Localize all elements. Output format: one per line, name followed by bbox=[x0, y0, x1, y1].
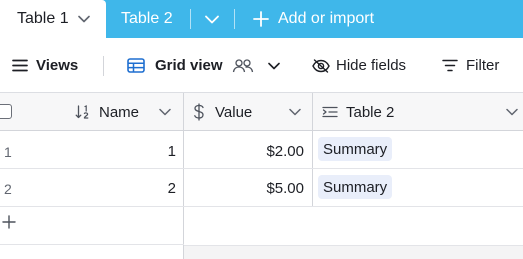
column-header-label: Table 2 bbox=[346, 103, 395, 121]
chevron-down-icon[interactable] bbox=[289, 93, 301, 131]
toolbar-divider bbox=[103, 56, 104, 76]
tab-divider bbox=[190, 9, 191, 29]
chevron-down-icon[interactable] bbox=[159, 93, 171, 131]
row-divider bbox=[0, 206, 523, 207]
value-cell[interactable]: $5.00 bbox=[230, 180, 304, 197]
add-or-import-label: Add or import bbox=[278, 10, 375, 27]
grid-view-label: Grid view bbox=[155, 57, 223, 74]
collaborative-view-icon bbox=[232, 58, 254, 74]
dollar-icon bbox=[193, 103, 205, 121]
chevron-down-icon bbox=[267, 62, 280, 70]
column-header-label: Name bbox=[99, 103, 140, 121]
column-divider bbox=[183, 93, 184, 259]
row-divider bbox=[0, 168, 523, 169]
name-cell[interactable]: 1 bbox=[150, 143, 176, 160]
grid-view-selector[interactable]: Grid view bbox=[127, 38, 280, 93]
tab-divider bbox=[234, 9, 235, 29]
column-header-name[interactable]: Name bbox=[75, 93, 139, 131]
column-header-label: Value bbox=[215, 103, 253, 121]
summary-bar bbox=[184, 245, 523, 259]
tab-table-1-label: Table 1 bbox=[17, 10, 69, 27]
plus-icon bbox=[2, 215, 16, 229]
row-divider bbox=[0, 244, 184, 245]
filter-icon bbox=[442, 59, 458, 72]
hide-fields-label: Hide fields bbox=[336, 57, 407, 74]
all-tables-dropdown[interactable] bbox=[205, 0, 219, 38]
add-or-import-button[interactable]: Add or import bbox=[253, 0, 374, 38]
tab-table-2[interactable]: Table 2 bbox=[121, 0, 173, 38]
linked-record-pill[interactable]: Summary bbox=[318, 175, 393, 199]
lookup-icon bbox=[322, 106, 338, 118]
chevron-down-icon[interactable] bbox=[77, 15, 90, 23]
data-grid: Name Value Table 2 1 1 $2.00 Summary 2 2… bbox=[0, 93, 523, 259]
linked-record-pill[interactable]: Summary bbox=[318, 137, 393, 161]
add-record-button[interactable] bbox=[2, 215, 16, 229]
chevron-down-icon[interactable] bbox=[506, 93, 518, 131]
column-header-value[interactable]: Value bbox=[193, 93, 252, 131]
row-number: 2 bbox=[4, 181, 12, 197]
column-header-table-2[interactable]: Table 2 bbox=[322, 93, 394, 131]
table-tab-bar: Table 1 Table 2 Add or import bbox=[0, 0, 523, 38]
column-divider bbox=[312, 93, 313, 207]
name-cell[interactable]: 2 bbox=[150, 180, 176, 197]
views-label: Views bbox=[36, 57, 79, 74]
views-button[interactable]: Views bbox=[12, 38, 78, 93]
filter-button[interactable]: Filter bbox=[442, 38, 499, 93]
row-number: 1 bbox=[4, 144, 12, 160]
filter-label: Filter bbox=[466, 57, 500, 74]
plus-icon bbox=[253, 11, 269, 27]
sort-numeric-icon bbox=[75, 105, 91, 119]
chevron-down-icon bbox=[205, 15, 219, 24]
grid-view-icon bbox=[127, 58, 145, 73]
tab-table-2-label: Table 2 bbox=[121, 10, 173, 27]
tab-table-1[interactable]: Table 1 bbox=[0, 0, 106, 38]
hamburger-menu-icon bbox=[12, 59, 28, 72]
eye-slash-icon bbox=[312, 58, 330, 73]
grid-header-row: Name Value Table 2 bbox=[0, 93, 523, 131]
select-all-checkbox[interactable] bbox=[0, 104, 12, 119]
hide-fields-button[interactable]: Hide fields bbox=[312, 38, 406, 93]
view-toolbar: Views Grid view Hide fields Filter bbox=[0, 38, 523, 93]
value-cell[interactable]: $2.00 bbox=[230, 143, 304, 160]
